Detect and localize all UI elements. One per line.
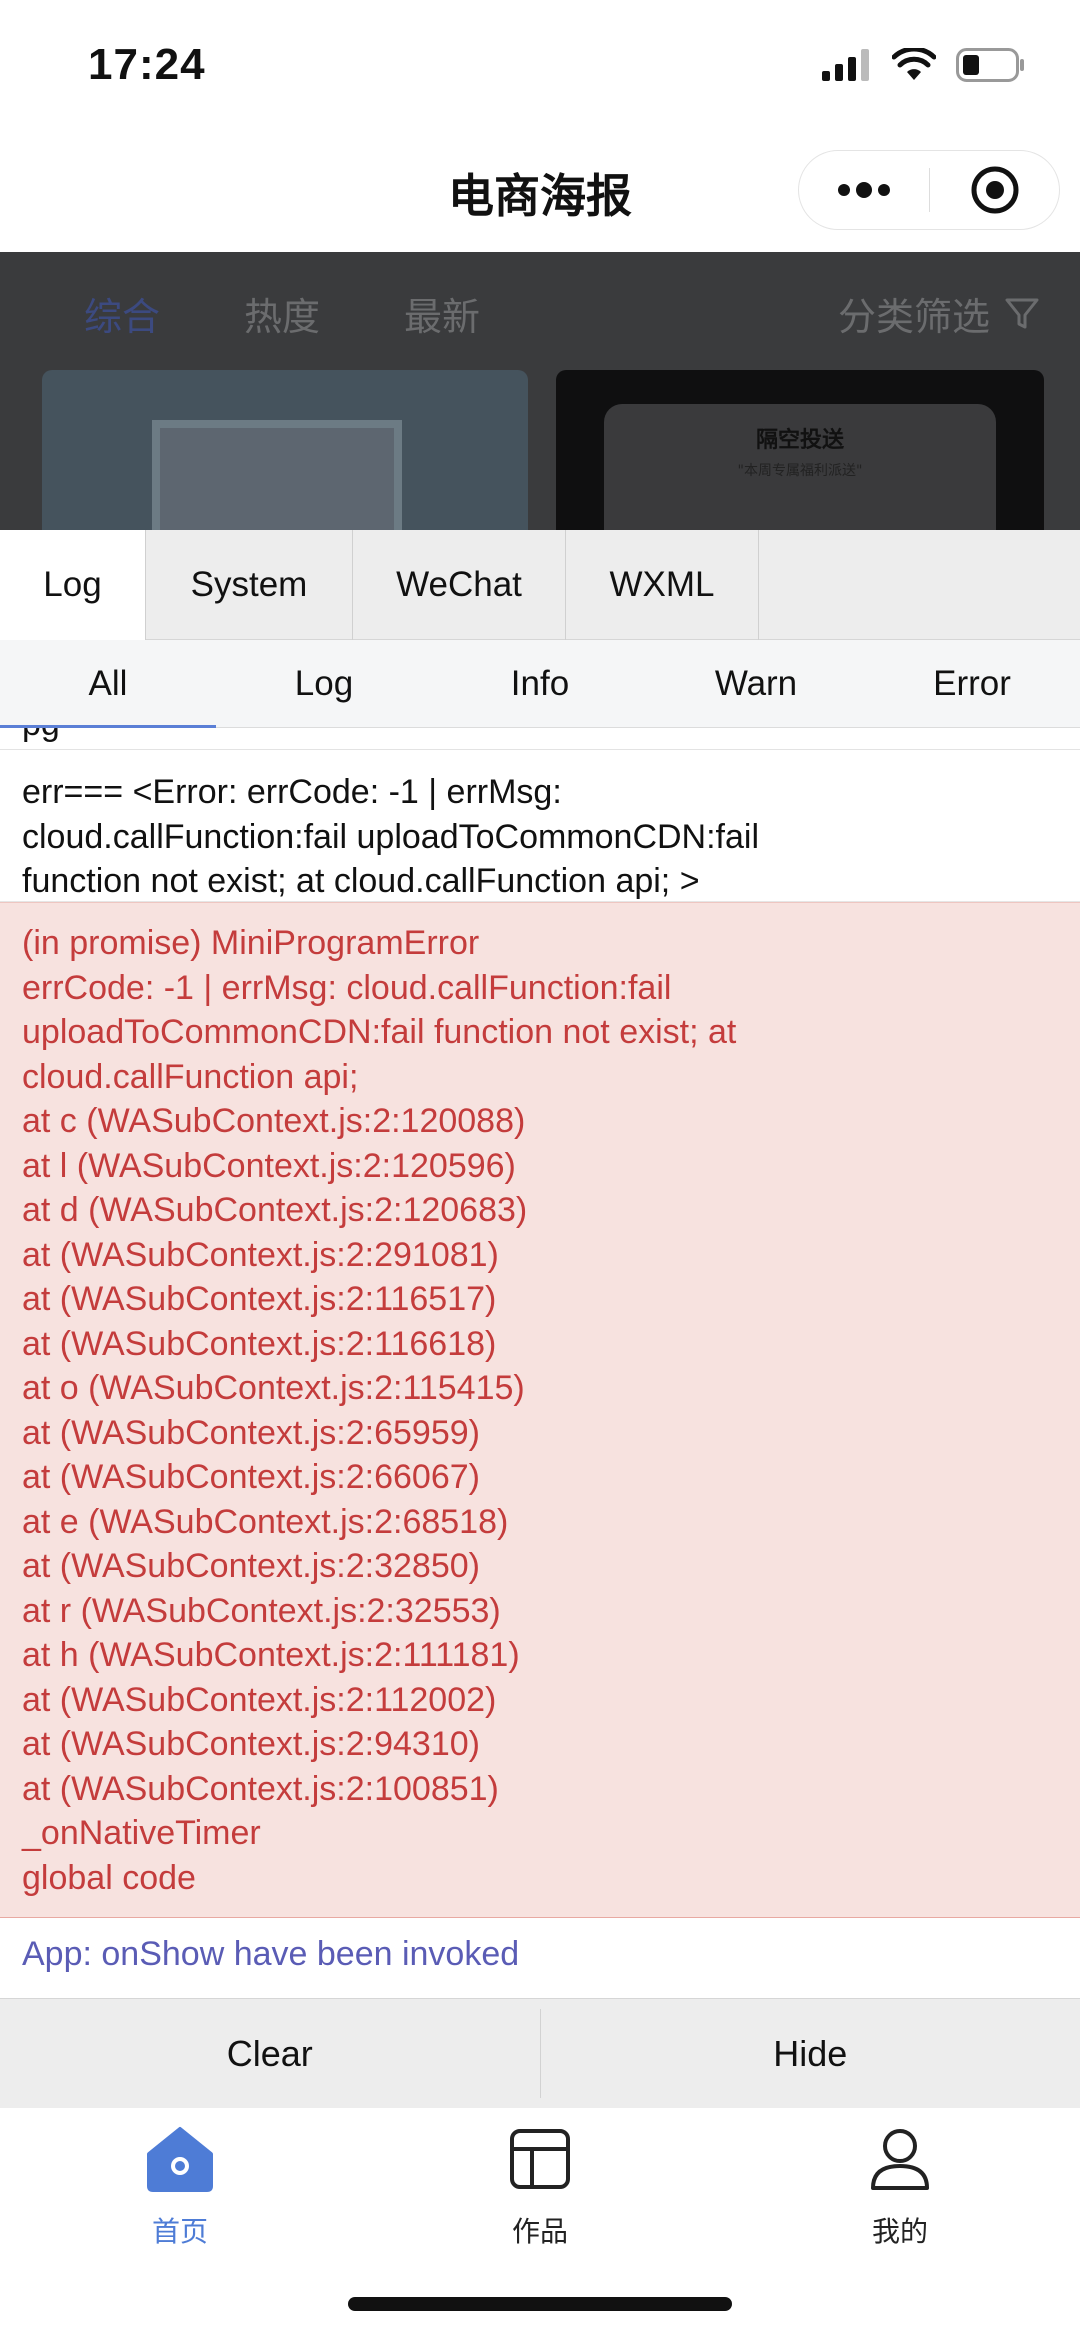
stack-line: at (WASubContext.js:2:65959): [22, 1413, 480, 1452]
more-button[interactable]: [799, 151, 929, 229]
poster-card-left[interactable]: [42, 370, 528, 530]
stack-line: at d (WASubContext.js:2:120683): [22, 1191, 528, 1229]
wifi-icon: [892, 48, 936, 80]
level-tab-all[interactable]: All: [0, 640, 216, 728]
mini-program-capsule: [798, 150, 1060, 230]
level-tab-log[interactable]: Log: [216, 640, 432, 727]
poster-subtitle: "本周专属福利派送": [737, 463, 863, 479]
log-list[interactable]: pg err=== <Error: errCode: -1 | errMsg: …: [0, 728, 1080, 1998]
stack-line: at (WASubContext.js:2:32850): [22, 1547, 480, 1585]
layout-icon: [510, 2129, 570, 2189]
info-line: App: onShow have been invoked: [22, 1935, 520, 1973]
poster-title: 隔空投送: [755, 428, 844, 453]
tab-home-label: 首页: [151, 2215, 208, 2248]
stack-line: at c (WASubContext.js:2:120088): [22, 1102, 526, 1140]
status-icons: [822, 48, 1026, 82]
tab-system[interactable]: System: [146, 530, 353, 640]
filter-tab-latest[interactable]: 最新: [404, 286, 480, 341]
stack-line: at h (WASubContext.js:2:111181): [22, 1636, 520, 1674]
error-line: cloud.callFunction api;: [22, 1057, 359, 1096]
console-level-tabs: All Log Info Warn Error: [0, 640, 1080, 728]
home-icon: [147, 2127, 213, 2192]
stack-line: _onNativeTimer: [22, 1814, 261, 1852]
close-mini-program-button[interactable]: [930, 151, 1059, 229]
clear-button[interactable]: Clear: [0, 1999, 540, 2108]
category-filter-button[interactable]: 分类筛选: [838, 286, 1040, 341]
filter-tab-popularity[interactable]: 热度: [244, 286, 320, 341]
target-close-icon: [971, 166, 1018, 214]
console-top-tabs: Log System WeChat WXML: [0, 530, 1080, 640]
poster-thumbnail: 隔空投送 "本周专属福利派送": [604, 404, 996, 530]
stack-line: at (WASubContext.js:2:100851): [22, 1769, 499, 1808]
error-line: uploadToCommonCDN:fail function not exis…: [22, 1013, 737, 1051]
navigation-bar: 电商海报: [0, 130, 1080, 252]
category-filter-label: 分类筛选: [837, 295, 990, 339]
tab-mine-label: 我的: [871, 2215, 928, 2248]
level-tab-error[interactable]: Error: [864, 640, 1080, 727]
level-tab-info[interactable]: Info: [432, 640, 648, 727]
hide-button[interactable]: Hide: [541, 1999, 1080, 2108]
funnel-icon: [1005, 298, 1039, 328]
poster-thumbnail: [152, 420, 402, 530]
stack-line: at (WASubContext.js:2:116517): [22, 1280, 497, 1318]
debug-console: Log System WeChat WXML All Log Info Warn…: [0, 530, 1080, 2108]
stack-line: at (WASubContext.js:2:112002): [22, 1680, 497, 1719]
tab-works-label: 作品: [511, 2215, 568, 2248]
level-tab-warn[interactable]: Warn: [648, 640, 864, 727]
log-line: pg: [22, 728, 1058, 747]
stack-line: at e (WASubContext.js:2:68518): [22, 1502, 509, 1541]
stack-line: at (WASubContext.js:2:66067): [22, 1458, 480, 1496]
stack-line: at (WASubContext.js:2:291081): [22, 1235, 499, 1274]
error-line: (in promise) MiniProgramError: [22, 924, 480, 962]
status-time: 17:24: [88, 40, 206, 89]
tab-home[interactable]: 首页: [0, 2108, 360, 2250]
stack-line: at (WASubContext.js:2:94310): [22, 1725, 480, 1763]
tab-works[interactable]: 作品: [360, 2108, 720, 2250]
error-line: errCode: -1 | errMsg: cloud.callFunction…: [22, 968, 672, 1007]
log-line: cloud.callFunction:fail uploadToCommonCD…: [22, 817, 760, 856]
poster-card-right[interactable]: 隔空投送 "本周专属福利派送": [556, 370, 1044, 530]
stack-line: at r (WASubContext.js:2:32553): [22, 1591, 501, 1630]
stack-line: global code: [22, 1858, 196, 1897]
tab-log[interactable]: Log: [0, 530, 146, 640]
log-entry-error: (in promise) MiniProgramError errCode: -…: [0, 902, 1080, 1918]
log-line: err=== <Error: errCode: -1 | errMsg:: [22, 773, 562, 811]
filter-tab-comprehensive[interactable]: 综合: [84, 286, 160, 341]
tab-wechat[interactable]: WeChat: [353, 530, 566, 640]
more-dots-icon: [838, 182, 890, 198]
log-entry-info: App: onShow have been invoked: [0, 1918, 1080, 1990]
log-entry-truncated: pg: [0, 728, 1080, 750]
log-line: function not exist; at cloud.callFunctio…: [22, 862, 700, 900]
battery-icon: [956, 48, 1024, 82]
stack-line: at (WASubContext.js:2:116618): [22, 1324, 497, 1363]
signal-icon: [822, 49, 869, 81]
home-indicator: [348, 2297, 732, 2311]
tab-wxml[interactable]: WXML: [566, 530, 759, 640]
stack-line: at o (WASubContext.js:2:115415): [22, 1369, 525, 1407]
tab-mine[interactable]: 我的: [720, 2108, 1080, 2250]
log-entry-err: err=== <Error: errCode: -1 | errMsg: clo…: [0, 752, 1080, 902]
stack-line: at l (WASubContext.js:2:120596): [22, 1146, 516, 1185]
dimmed-page-content: 综合 热度 最新 分类筛选 隔空投送 "本周专属福利派送": [0, 252, 1080, 530]
status-bar: 17:24: [0, 0, 1080, 130]
user-icon: [871, 2129, 929, 2190]
console-footer: Clear Hide: [0, 1998, 1080, 2108]
